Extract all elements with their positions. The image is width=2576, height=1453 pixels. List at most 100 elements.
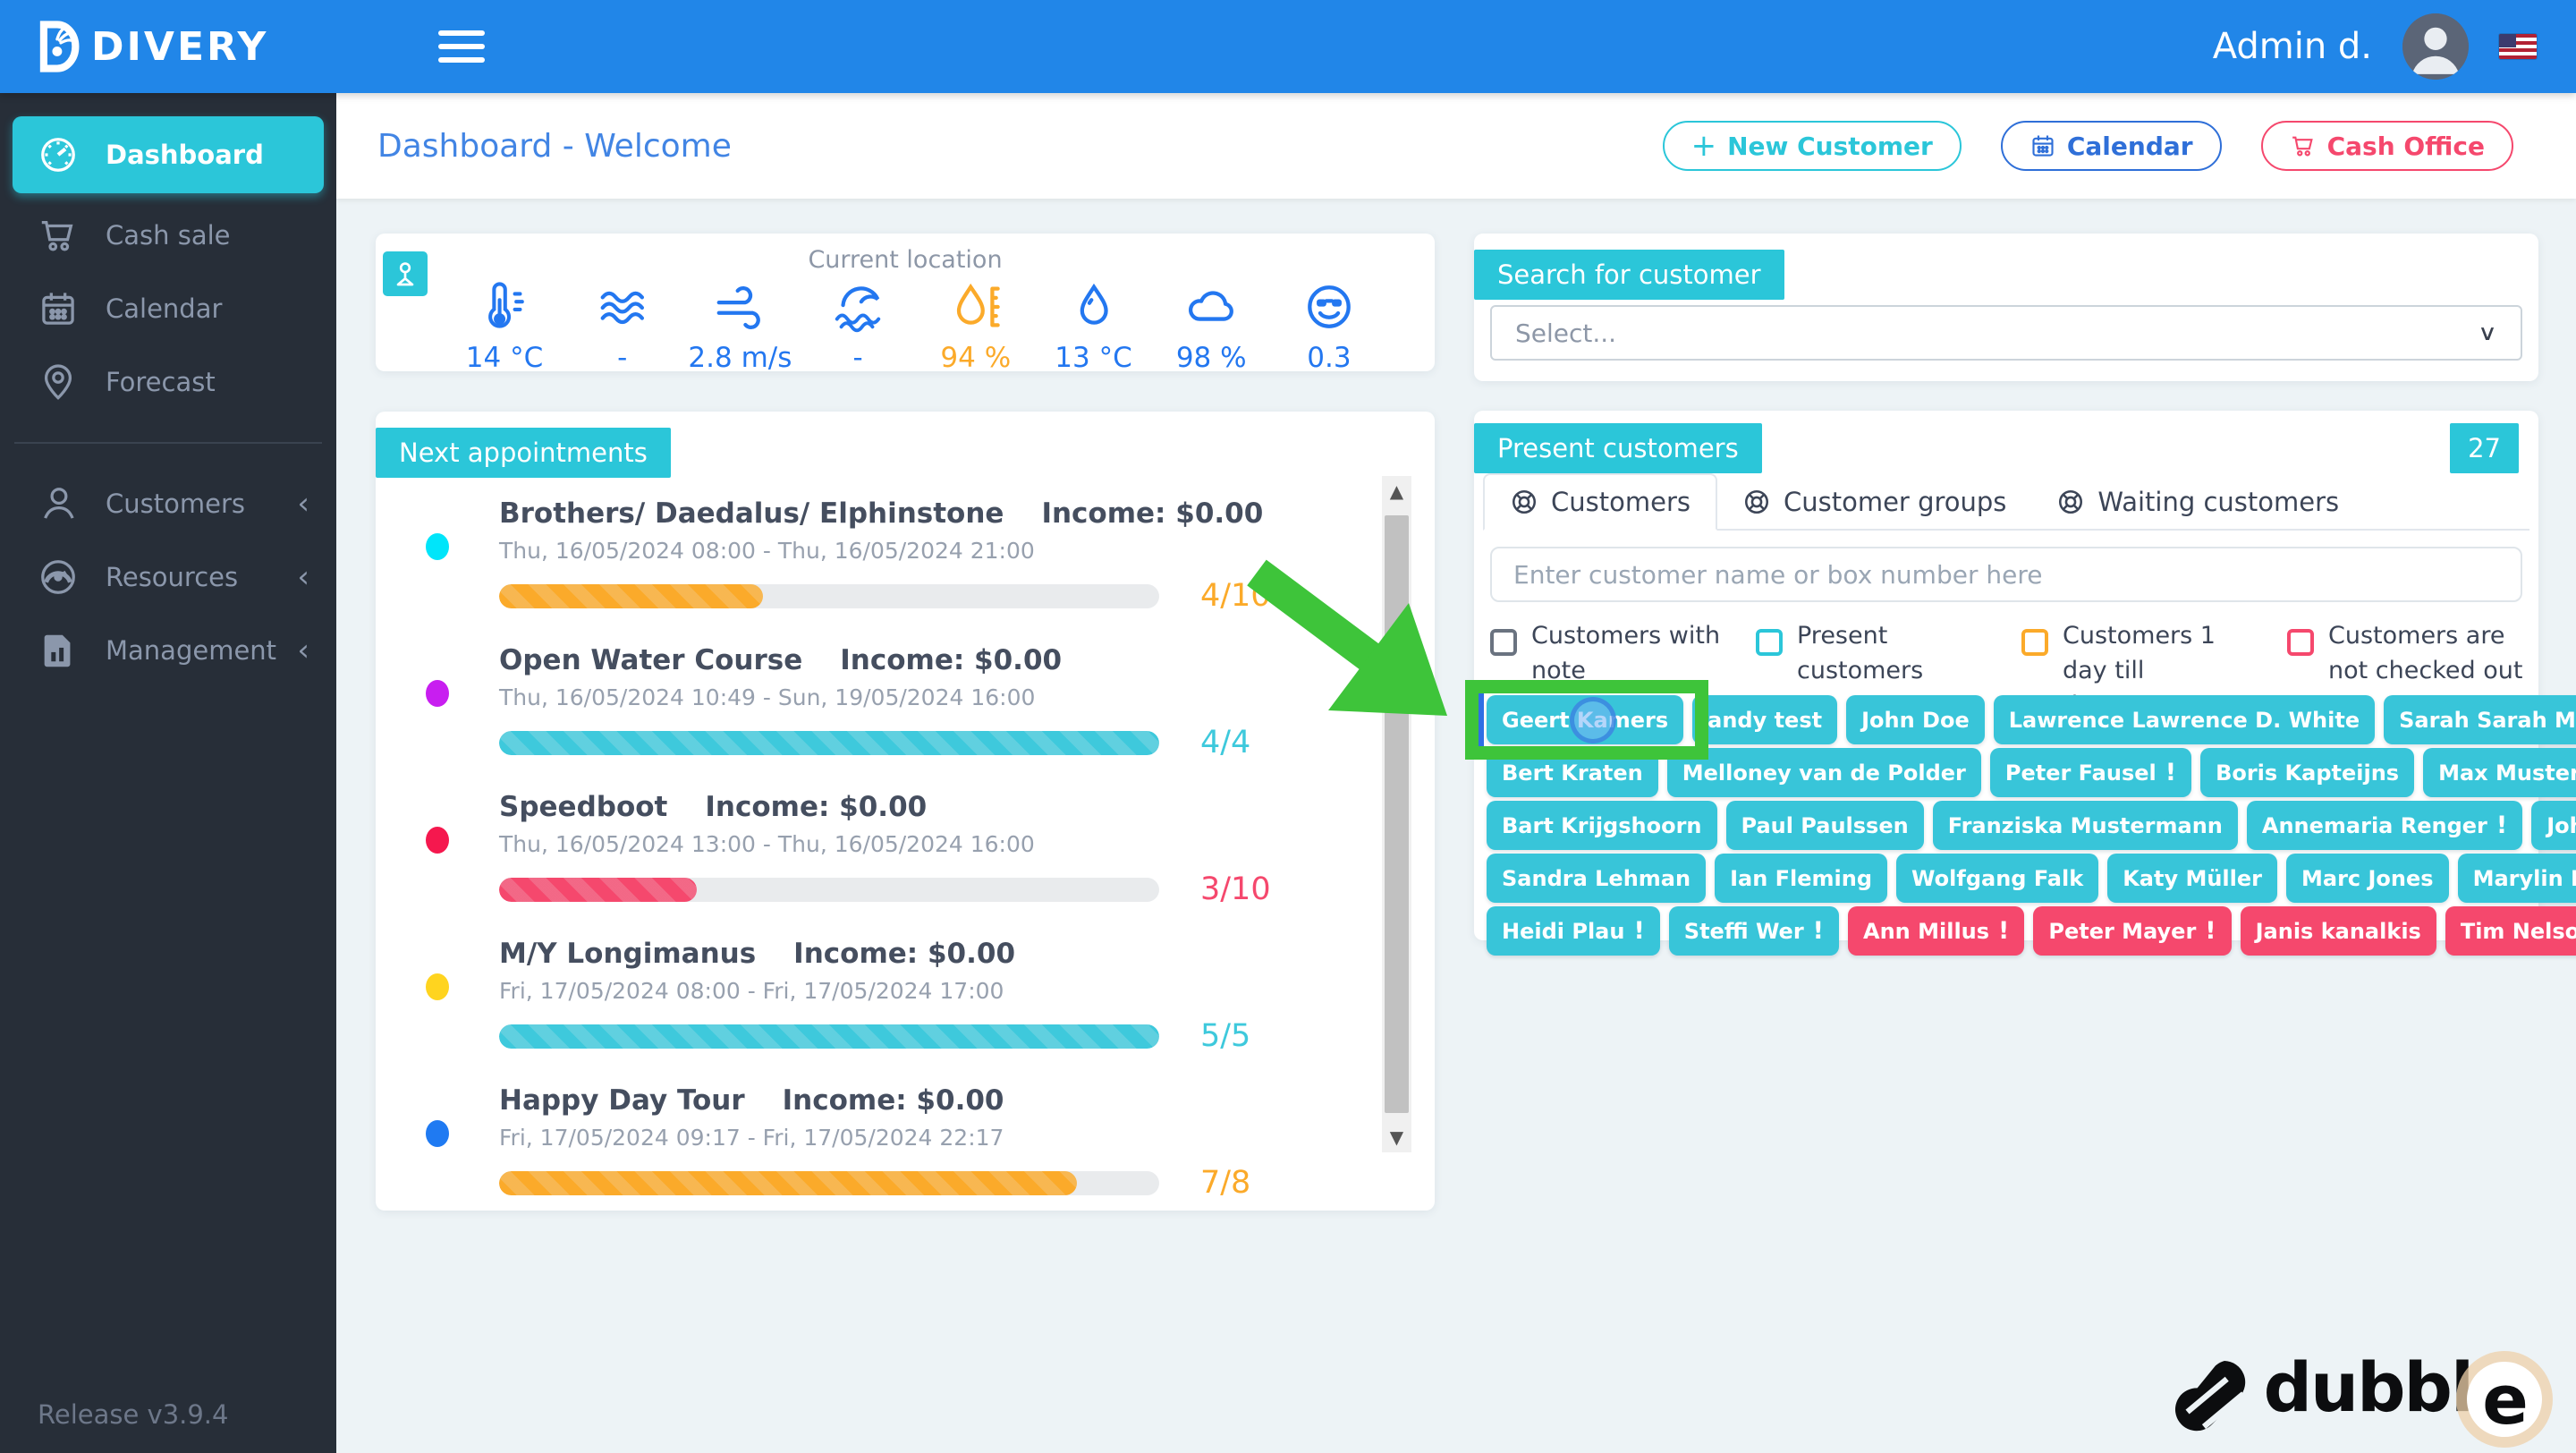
cart-icon — [2290, 132, 2317, 159]
checkbox-icon[interactable] — [1756, 629, 1783, 656]
weather-metric: 94 % — [922, 279, 1030, 374]
appointment-item[interactable]: M/Y Longimanus Income: $0.00 Fri, 17/05/20… — [376, 938, 1435, 1054]
customer-button-paul-paulssen[interactable]: Paul Paulssen — [1725, 801, 1924, 850]
appointment-progress-row: 3/10 — [499, 871, 1435, 907]
customer-button-wolfgang-falk[interactable]: Wolfgang Falk — [1896, 854, 2099, 903]
user-name[interactable]: Admin d. — [2213, 26, 2372, 67]
sidebar-item-forecast[interactable]: Forecast — [0, 345, 336, 419]
cash-office-button[interactable]: Cash Office — [2260, 121, 2513, 171]
appointment-item[interactable]: Happy Day Tour Income: $0.00 Fri, 17/05/20… — [376, 1084, 1435, 1201]
scrollbar-down-icon[interactable]: ▼ — [1382, 1122, 1411, 1152]
avatar[interactable] — [2402, 13, 2469, 80]
progress-fill — [499, 877, 698, 902]
checkbox-icon[interactable] — [2021, 629, 2048, 656]
customer-select-value: Select... — [1515, 318, 1617, 348]
sidebar-item-calendar[interactable]: Calendar — [0, 272, 336, 345]
customer-button-steffi-wer[interactable]: Steffi Wer! — [1668, 906, 1839, 956]
weather-metric-value: 13 °C — [1055, 342, 1132, 374]
customer-button-peter-mayer[interactable]: Peter Mayer! — [2033, 906, 2232, 956]
customer-name: Katy Müller — [2123, 865, 2262, 891]
appointment-name: M/Y Longimanus — [499, 938, 757, 970]
progress-fill — [499, 1024, 1159, 1049]
content-area: Current location 14 °C - 2.8 m/s - 94 % 13 °C… — [336, 199, 2576, 1453]
chevron-left-icon: ‹ — [297, 633, 309, 668]
dubble-logo-icon — [2174, 1360, 2245, 1431]
scrollbar-up-icon[interactable]: ▲ — [1382, 476, 1411, 506]
appointment-item[interactable]: Open Water Course Income: $0.00 Thu, 16/05… — [376, 644, 1435, 760]
sidebar-item-label: Forecast — [106, 367, 216, 397]
present-count-badge: 27 — [2450, 423, 2519, 473]
chart-file-icon — [38, 630, 79, 671]
appointment-fraction: 7/8 — [1200, 1165, 1251, 1201]
appointment-title-row: Open Water Course Income: $0.00 — [499, 644, 1435, 676]
weather-metric: 0.3 — [1275, 279, 1383, 374]
customer-button-bart-krijgshoorn[interactable]: Bart Krijgshoorn — [1487, 801, 1717, 850]
customer-button-boris-kapteijns[interactable]: Boris Kapteijns — [2200, 748, 2415, 797]
customer-name: Ann Millus — [1863, 918, 1990, 944]
customer-row: Geert Kamers andy test John Doe Lawrence La… — [1465, 680, 2576, 760]
appointment-title-row: Brothers/ Daedalus/ Elphinstone Income: $… — [499, 497, 1435, 530]
hamburger-menu-icon[interactable] — [438, 22, 486, 71]
customer-button-john-doe[interactable]: John Doe — [1846, 695, 1985, 744]
appointment-item[interactable]: Brothers/ Daedalus/ Elphinstone Income: $… — [376, 497, 1435, 614]
customer-button-ian-fleming[interactable]: Ian Fleming — [1715, 854, 1888, 903]
customer-search-input[interactable] — [1490, 547, 2522, 602]
appointment-body: Open Water Course Income: $0.00 Thu, 16/05… — [499, 644, 1435, 760]
customer-button-sandra-lehman[interactable]: Sandra Lehman — [1487, 854, 1707, 903]
customer-button-heidi-plau[interactable]: Heidi Plau! — [1487, 906, 1660, 956]
sidebar-item-cash-sale[interactable]: Cash sale — [0, 199, 336, 272]
new-customer-button[interactable]: + New Customer — [1662, 121, 1962, 171]
customer-button-marylin-miller[interactable]: Marylin Miller! — [2457, 854, 2576, 903]
weather-metric: 98 % — [1157, 279, 1265, 374]
customer-select[interactable]: Select... ∨ — [1490, 305, 2522, 361]
location-pin-icon — [396, 262, 414, 286]
customer-button-tim-nelson[interactable]: Tim Nelson! — [2445, 906, 2576, 956]
weather-metric: - — [569, 279, 676, 374]
appointment-income: Income: $0.00 — [840, 644, 1063, 676]
customer-button-bert-kraten[interactable]: Bert Kraten — [1487, 748, 1658, 797]
customer-button-melloney-van-de-polder[interactable]: Melloney van de Polder — [1666, 748, 1981, 797]
customer-button-john-doe[interactable]: John Doe! — [2531, 801, 2576, 850]
sidebar-item-customers[interactable]: Customers ‹ — [0, 467, 336, 540]
customer-name: Marylin Miller — [2472, 865, 2576, 891]
appointment-progress-row: 4/4 — [499, 725, 1435, 760]
mood-icon — [1301, 279, 1357, 335]
appointment-income: Income: $0.00 — [705, 791, 928, 823]
customer-button-franziska-mustermann[interactable]: Franziska Mustermann — [1932, 801, 2238, 850]
tab-customer-groups[interactable]: Customer groups — [1717, 473, 2031, 531]
language-flag-icon[interactable] — [2499, 34, 2537, 59]
sidebar-item-resources[interactable]: Resources ‹ — [0, 540, 336, 614]
customer-button-marc-jones[interactable]: Marc Jones — [2286, 854, 2449, 903]
customer-button-ann-millus[interactable]: Ann Millus! — [1848, 906, 2025, 956]
sidebar-item-management[interactable]: Management ‹ — [0, 614, 336, 687]
appointment-date-range: Thu, 16/05/2024 10:49 - Sun, 19/05/2024 … — [499, 684, 1036, 710]
customer-button-katy-m-ller[interactable]: Katy Müller — [2107, 854, 2277, 903]
customer-name: Bert Kraten — [1502, 760, 1643, 786]
customer-button-sarah-sarah-m-torre[interactable]: Sarah Sarah M. Torre — [2384, 695, 2576, 744]
customer-button-peter-fausel[interactable]: Peter Fausel! — [1989, 748, 2192, 797]
tab-customers[interactable]: Customers — [1483, 473, 1717, 531]
divery-logo-icon — [39, 21, 80, 72]
customer-button-andy-test[interactable]: andy test — [1692, 695, 1838, 744]
appointment-item[interactable]: Speedboot Income: $0.00 Thu, 16/05/2024 13… — [376, 791, 1435, 907]
customer-button-janis-kanalkis[interactable]: Janis kanalkis — [2240, 906, 2436, 956]
calendar-button[interactable]: Calendar — [2000, 121, 2222, 171]
appointment-progress-row: 5/5 — [499, 1018, 1435, 1054]
customer-name: Annemaria Renger — [2261, 812, 2487, 838]
lifebuoy-icon — [2056, 488, 2085, 516]
tab-label: Customers — [1551, 487, 1690, 517]
lifebuoy-icon — [1510, 488, 1538, 516]
sidebar-item-label: Management — [106, 635, 277, 666]
tab-waiting-customers[interactable]: Waiting customers — [2031, 473, 2364, 531]
customer-button-geert-kamers[interactable]: Geert Kamers — [1465, 680, 1709, 760]
appointments-scrollbar[interactable]: ▲ ▼ — [1382, 476, 1411, 1152]
sidebar-item-dashboard[interactable]: Dashboard — [13, 116, 324, 193]
progress-track — [499, 1024, 1159, 1049]
customer-button-annemaria-renger[interactable]: Annemaria Renger! — [2246, 801, 2523, 850]
checkbox-icon[interactable] — [2287, 629, 2314, 656]
appointment-name: Speedboot — [499, 791, 668, 823]
scrollbar-thumb[interactable] — [1385, 515, 1409, 1113]
customer-button-lawrence-lawrence-d-white[interactable]: Lawrence Lawrence D. White — [1993, 695, 2376, 744]
customer-button-max-mustermann[interactable]: Max Mustermann — [2423, 748, 2576, 797]
checkbox-icon[interactable] — [1490, 629, 1517, 656]
